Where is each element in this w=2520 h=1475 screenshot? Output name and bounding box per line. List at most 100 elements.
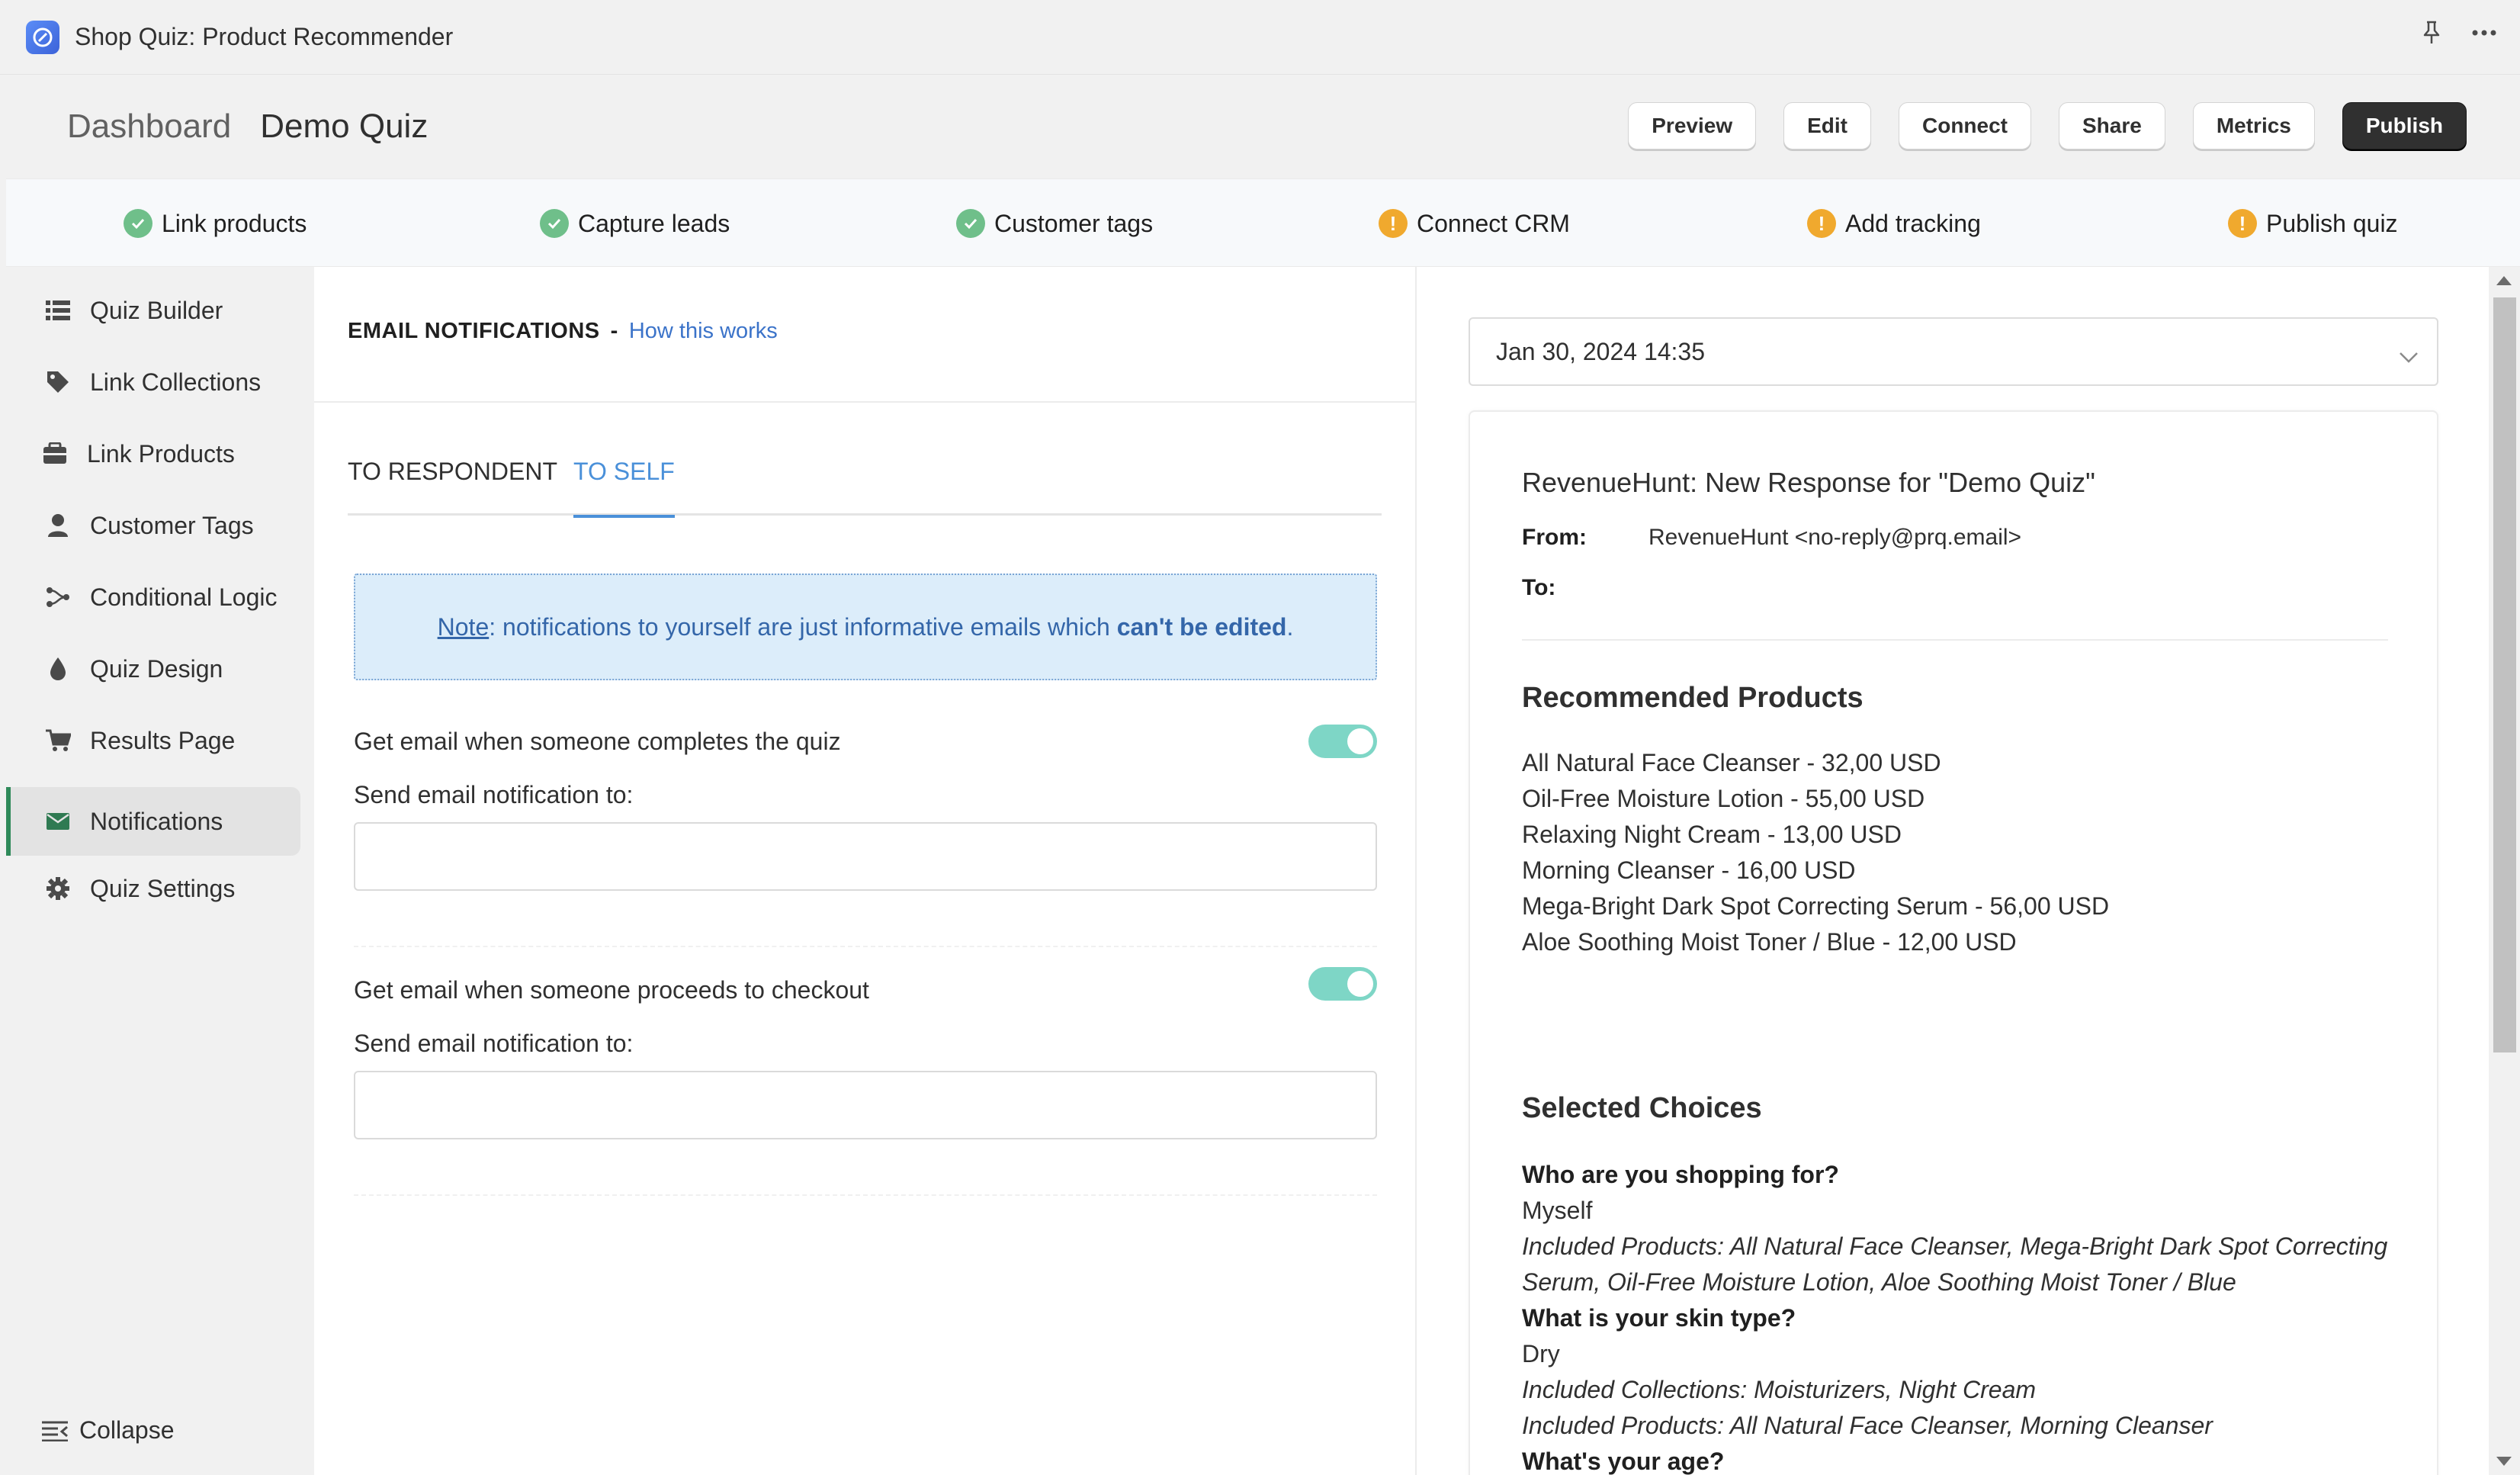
box-icon xyxy=(41,440,69,468)
person-icon xyxy=(44,512,72,539)
sidebar-item-notifications[interactable]: Notifications xyxy=(6,787,300,856)
sidebar-item-label: Quiz Settings xyxy=(90,874,236,902)
sidebar-item-results-page[interactable]: Results Page xyxy=(6,706,300,775)
step-label: Publish quiz xyxy=(2266,209,2398,237)
breadcrumb-dashboard[interactable]: Dashboard xyxy=(67,108,231,146)
checkout-label: Get email when someone proceeds to check… xyxy=(354,976,869,1004)
from-value: RevenueHunt <no-reply@prq.email> xyxy=(1648,525,2022,550)
setup-progress-bar: Link products Capture leads Customer tag… xyxy=(6,178,2520,267)
chevron-down-icon xyxy=(2399,342,2419,370)
scroll-up-icon[interactable] xyxy=(2496,276,2512,285)
share-button[interactable]: Share xyxy=(2059,102,2165,149)
warning-circle-icon: ! xyxy=(1807,209,1836,238)
included-products-text: Included Products: All Natural Face Clea… xyxy=(1522,1232,2388,1260)
sidebar-item-label: Link Products xyxy=(87,439,235,468)
note-prefix: Note xyxy=(437,612,490,641)
checkout-send-to-label: Send email notification to: xyxy=(354,1030,634,1057)
note-suffix: . xyxy=(1286,612,1294,641)
page-title: Demo Quiz xyxy=(260,108,429,145)
step-add-tracking[interactable]: ! Add tracking xyxy=(1807,179,1981,268)
recipient-tabs: TO RESPONDENT TO SELF xyxy=(348,455,1382,518)
sidebar-item-label: Quiz Builder xyxy=(90,296,223,324)
edit-button[interactable]: Edit xyxy=(1783,102,1871,149)
scrollbar-thumb[interactable] xyxy=(2493,297,2516,1052)
list-icon xyxy=(44,297,72,324)
step-link-products[interactable]: Link products xyxy=(124,179,307,268)
sidebar-item-customer-tags[interactable]: Customer Tags xyxy=(6,491,300,560)
check-circle-icon xyxy=(540,209,569,238)
email-preview-card: RevenueHunt: New Response for "Demo Quiz… xyxy=(1469,410,2438,1475)
scroll-down-icon[interactable] xyxy=(2496,1457,2512,1466)
sidebar-item-link-collections[interactable]: Link Collections xyxy=(6,348,300,416)
product-line: Morning Cleanser - 16,00 USD xyxy=(1522,856,1856,884)
sidebar-item-label: Quiz Design xyxy=(90,654,223,683)
envelope-icon xyxy=(44,808,72,835)
to-label: To: xyxy=(1522,575,1556,600)
email-preview-panel: Jan 30, 2024 14:35 RevenueHunt: New Resp… xyxy=(1417,267,2489,1475)
app-title: Shop Quiz: Product Recommender xyxy=(75,23,454,50)
pin-icon[interactable] xyxy=(2421,20,2442,46)
step-label: Add tracking xyxy=(1845,209,1981,237)
divider xyxy=(354,1194,1377,1196)
sidebar-item-link-products[interactable]: Link Products xyxy=(6,419,300,488)
tag-icon xyxy=(44,368,72,396)
tab-to-self[interactable]: TO SELF xyxy=(573,455,675,518)
sidebar-item-quiz-builder[interactable]: Quiz Builder xyxy=(6,276,300,345)
product-line: Aloe Soothing Moist Toner / Blue - 12,00… xyxy=(1522,928,2017,956)
step-connect-crm[interactable]: ! Connect CRM xyxy=(1379,179,1570,268)
step-label: Customer tags xyxy=(994,209,1154,237)
response-date-select[interactable]: Jan 30, 2024 14:35 xyxy=(1469,317,2438,386)
sidebar-item-quiz-settings[interactable]: Quiz Settings xyxy=(6,854,300,923)
sidebar-item-conditional-logic[interactable]: Conditional Logic xyxy=(6,563,300,631)
publish-button[interactable]: Publish xyxy=(2342,102,2467,149)
note-bold: can't be edited xyxy=(1116,612,1287,641)
sidebar-item-quiz-design[interactable]: Quiz Design xyxy=(6,635,300,703)
sidebar-item-label: Link Collections xyxy=(90,368,262,396)
page-header: Dashboard Demo Quiz Preview Edit Connect… xyxy=(6,75,2520,178)
how-this-works-link[interactable]: How this works xyxy=(629,319,778,343)
divider xyxy=(1522,639,2388,641)
product-line: Oil-Free Moisture Lotion - 55,00 USD xyxy=(1522,785,1925,812)
product-line: Mega-Bright Dark Spot Correcting Serum -… xyxy=(1522,892,2110,920)
step-customer-tags[interactable]: Customer tags xyxy=(956,179,1153,268)
step-capture-leads[interactable]: Capture leads xyxy=(540,179,730,268)
gear-icon xyxy=(44,875,72,902)
complete-email-input[interactable] xyxy=(354,822,1377,891)
from-label: From: xyxy=(1522,525,1587,550)
metrics-button[interactable]: Metrics xyxy=(2192,102,2315,149)
check-circle-icon xyxy=(956,209,985,238)
step-publish-quiz[interactable]: ! Publish quiz xyxy=(2228,179,2398,268)
complete-quiz-toggle[interactable] xyxy=(1308,725,1377,758)
included-collections-text: Included Collections: Moisturizers, Nigh… xyxy=(1522,1376,2037,1403)
more-icon[interactable] xyxy=(2471,29,2497,37)
included-products-text: Serum, Oil-Free Moisture Lotion, Aloe So… xyxy=(1522,1268,2236,1296)
selected-date: Jan 30, 2024 14:35 xyxy=(1496,337,1706,365)
product-line: All Natural Face Cleanser - 32,00 USD xyxy=(1522,749,1941,776)
recommended-heading: Recommended Products xyxy=(1522,682,1864,714)
product-line: Relaxing Night Cream - 13,00 USD xyxy=(1522,821,1902,848)
answer-text: Dry xyxy=(1522,1340,1560,1367)
step-label: Connect CRM xyxy=(1417,209,1570,237)
cart-icon xyxy=(44,727,72,754)
checkout-toggle[interactable] xyxy=(1308,967,1377,1001)
check-circle-icon xyxy=(124,209,152,238)
email-subject: RevenueHunt: New Response for "Demo Quiz… xyxy=(1522,467,2095,498)
sidebar-item-label: Customer Tags xyxy=(90,511,254,539)
checkout-email-input[interactable] xyxy=(354,1071,1377,1139)
question-text: What is your skin type? xyxy=(1522,1304,1796,1332)
tab-to-respondent[interactable]: TO RESPONDENT xyxy=(348,455,557,516)
collapse-button[interactable]: Collapse xyxy=(41,1416,175,1444)
section-header: EMAIL NOTIFICATIONS - How this works xyxy=(348,319,778,344)
warning-circle-icon: ! xyxy=(1379,209,1408,238)
connect-button[interactable]: Connect xyxy=(1899,102,2031,149)
divider xyxy=(314,401,1417,403)
notifications-editor: EMAIL NOTIFICATIONS - How this works TO RE… xyxy=(314,267,1417,1475)
branch-icon xyxy=(44,583,72,611)
preview-scrollbar[interactable] xyxy=(2489,267,2520,1475)
question-text: What's your age? xyxy=(1522,1448,1725,1475)
section-title: EMAIL NOTIFICATIONS xyxy=(348,319,600,343)
complete-quiz-label: Get email when someone completes the qui… xyxy=(354,728,841,755)
preview-button[interactable]: Preview xyxy=(1628,102,1757,149)
step-label: Link products xyxy=(162,209,307,237)
complete-send-to-label: Send email notification to: xyxy=(354,781,634,808)
